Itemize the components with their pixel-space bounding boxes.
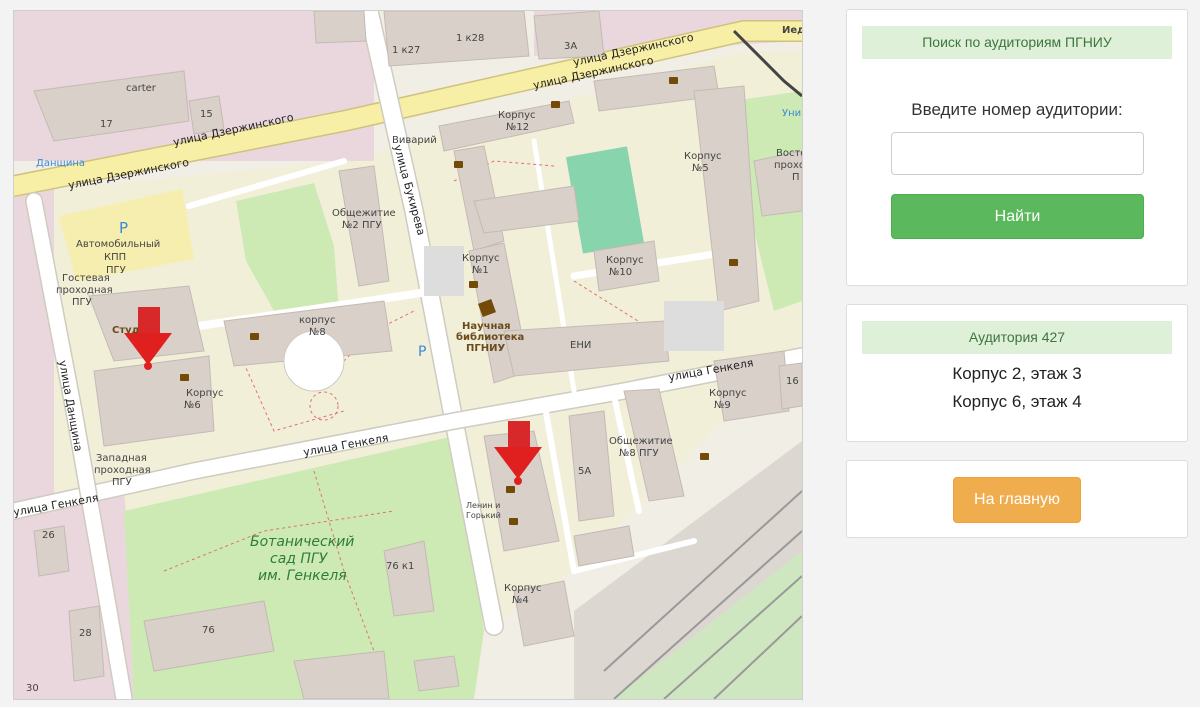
svg-text:Корпус: Корпус: [684, 151, 722, 162]
find-button[interactable]: Найти: [891, 194, 1144, 239]
svg-text:Унив: Унив: [782, 108, 802, 119]
svg-text:Гостевая: Гостевая: [62, 273, 110, 284]
svg-text:№12: №12: [506, 122, 529, 133]
svg-text:№10: №10: [609, 267, 632, 278]
bicycle-parking-icon: P: [418, 344, 426, 360]
svg-text:КПП: КПП: [104, 252, 126, 263]
parking-icon: P: [119, 219, 128, 237]
svg-text:1 к28: 1 к28: [456, 33, 484, 44]
svg-text:5А: 5А: [578, 466, 591, 477]
map-canvas[interactable]: P улица Дзержинского улица Дзержинского …: [14, 11, 802, 699]
svg-text:Восто: Восто: [776, 148, 802, 159]
svg-text:Научная: Научная: [462, 321, 511, 332]
svg-text:проходная: проходная: [56, 285, 113, 296]
svg-text:Иед: Иед: [782, 25, 802, 36]
svg-text:№4: №4: [512, 595, 529, 606]
svg-text:15: 15: [200, 109, 213, 120]
svg-text:Корпус: Корпус: [498, 110, 536, 121]
svg-text:Данщина: Данщина: [36, 158, 85, 169]
garden-label: им. Генкеля: [258, 568, 347, 584]
svg-text:№9: №9: [714, 400, 731, 411]
room-number-input[interactable]: [891, 132, 1144, 175]
svg-text:17: 17: [100, 119, 113, 130]
svg-text:Корпус: Корпус: [462, 253, 500, 264]
svg-text:26: 26: [42, 530, 55, 541]
svg-text:№2 ПГУ: №2 ПГУ: [342, 220, 382, 231]
svg-text:ПГУ: ПГУ: [72, 297, 92, 308]
svg-text:76 к1: 76 к1: [386, 561, 414, 572]
result-title: Аудитория 427: [862, 321, 1172, 354]
svg-text:проходная: проходная: [94, 465, 151, 476]
garden-label: сад ПГУ: [270, 551, 329, 567]
svg-text:Общежитие: Общежитие: [609, 436, 673, 447]
room-number-label: Введите номер аудитории:: [911, 100, 1123, 119]
svg-text:№1: №1: [472, 265, 489, 276]
grey-area-2: [664, 301, 724, 351]
result-panel: Аудитория 427 Корпус 2, этаж 3 Корпус 6,…: [846, 304, 1188, 442]
svg-text:№6: №6: [184, 400, 201, 411]
svg-text:Корпус: Корпус: [606, 255, 644, 266]
svg-text:Автомобильный: Автомобильный: [76, 239, 160, 250]
search-panel-title: Поиск по аудиториям ПГНИУ: [862, 26, 1172, 59]
svg-text:П: П: [792, 172, 800, 183]
search-panel: Поиск по аудиториям ПГНИУ Введите номер …: [846, 9, 1188, 286]
campus-map[interactable]: P улица Дзержинского улица Дзержинского …: [13, 10, 803, 700]
svg-text:Корпус: Корпус: [709, 388, 747, 399]
svg-text:16: 16: [786, 376, 799, 387]
grey-area-1: [424, 246, 464, 296]
svg-text:№5: №5: [692, 163, 709, 174]
home-panel: На главную: [846, 460, 1188, 538]
home-button[interactable]: На главную: [953, 477, 1081, 523]
svg-text:№8 ПГУ: №8 ПГУ: [619, 448, 659, 459]
svg-text:ЕНИ: ЕНИ: [570, 340, 591, 351]
svg-text:Виварий: Виварий: [392, 135, 437, 146]
svg-text:1 к27: 1 к27: [392, 45, 420, 56]
svg-text:Горький: Горький: [466, 511, 501, 520]
svg-text:проход: проход: [774, 160, 802, 171]
result-line: Корпус 2, этаж 3: [952, 364, 1082, 383]
svg-text:3А: 3А: [564, 41, 577, 52]
svg-text:Западная: Западная: [96, 453, 147, 464]
svg-text:Корпус: Корпус: [504, 583, 542, 594]
roundabout: [283, 330, 345, 392]
svg-text:ПГНИУ: ПГНИУ: [466, 343, 505, 354]
svg-text:корпус: корпус: [299, 315, 335, 326]
svg-text:Ленин и: Ленин и: [466, 501, 500, 510]
svg-text:№8: №8: [309, 327, 326, 338]
svg-text:Корпус: Корпус: [186, 388, 224, 399]
svg-text:библиотека: библиотека: [456, 331, 524, 343]
svg-text:30: 30: [26, 683, 39, 694]
svg-text:carter: carter: [126, 83, 157, 94]
svg-text:28: 28: [79, 628, 92, 639]
svg-text:Общежитие: Общежитие: [332, 208, 396, 219]
svg-text:ПГУ: ПГУ: [112, 477, 132, 488]
svg-text:76: 76: [202, 625, 215, 636]
garden-label: Ботанический: [250, 534, 354, 550]
result-line: Корпус 6, этаж 4: [952, 392, 1082, 411]
